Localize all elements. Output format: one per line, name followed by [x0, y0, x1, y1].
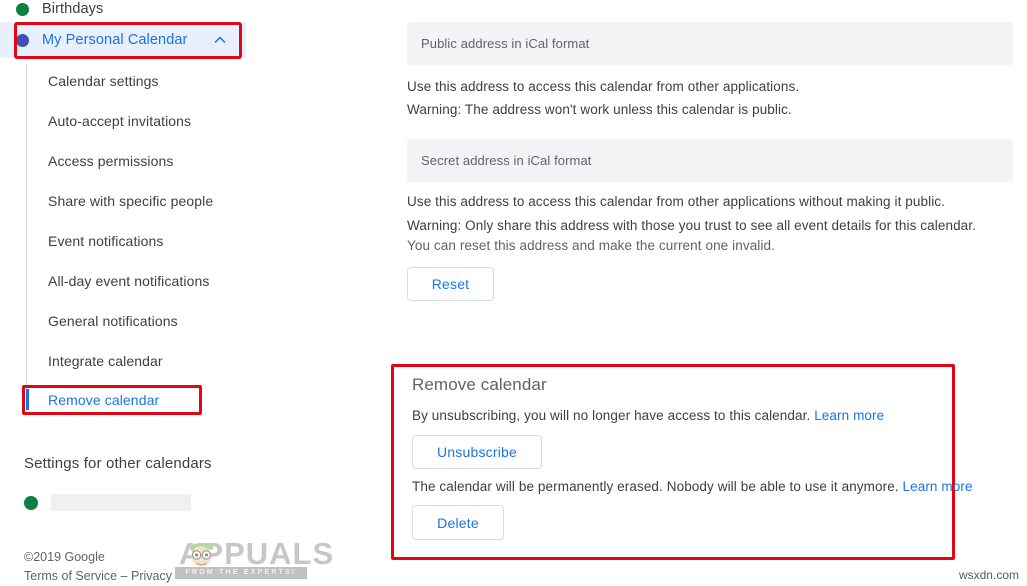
unsubscribe-description: By unsubscribing, you will no longer hav…: [412, 408, 884, 423]
sidebar-calendar-my-personal-calendar[interactable]: My Personal Calendar: [0, 22, 246, 58]
calendar-color-dot: [16, 2, 29, 16]
corner-watermark: wsxdn.com: [958, 568, 1019, 582]
sidebar-sub-rail: [26, 64, 27, 394]
unsubscribe-button[interactable]: Unsubscribe: [412, 435, 542, 469]
sidebar-item-general-notifications[interactable]: General notifications: [48, 313, 178, 329]
active-item-indicator: [26, 389, 29, 410]
remove-calendar-heading: Remove calendar: [412, 375, 547, 394]
secret-ical-address-field[interactable]: Secret address in iCal format: [407, 139, 1013, 182]
terms-of-service-link[interactable]: Terms of Service: [24, 569, 117, 583]
google-calendar-settings-page: Birthdays My Personal Calendar Calendar …: [0, 0, 1027, 586]
sidebar-item-auto-accept-invitations[interactable]: Auto-accept invitations: [48, 113, 191, 129]
unsubscribe-learn-more-link[interactable]: Learn more: [814, 408, 884, 423]
appuals-watermark: APPUALS FROM THE EXPERTS!: [163, 534, 333, 580]
delete-description-text: The calendar will be permanently erased.…: [412, 479, 899, 494]
other-calendars-heading: Settings for other calendars: [24, 455, 212, 472]
delete-learn-more-link[interactable]: Learn more: [903, 479, 973, 494]
delete-button[interactable]: Delete: [412, 505, 504, 540]
public-ical-address-field[interactable]: Public address in iCal format: [407, 22, 1013, 65]
secret-address-reset-note: You can reset this address and make the …: [407, 238, 775, 253]
sidebar-item-event-notifications[interactable]: Event notifications: [48, 233, 164, 249]
reset-button[interactable]: Reset: [407, 267, 494, 301]
sidebar-calendar-label: Birthdays: [42, 1, 104, 17]
delete-description: The calendar will be permanently erased.…: [412, 479, 973, 494]
calendar-settings-main-panel: Public address in iCal format Use this a…: [391, 0, 1027, 586]
secret-ical-address-value: Secret address in iCal format: [421, 153, 592, 168]
public-ical-address-value: Public address in iCal format: [421, 36, 590, 51]
sidebar-item-calendar-settings[interactable]: Calendar settings: [48, 73, 159, 89]
other-calendar-item[interactable]: [24, 494, 191, 511]
copyright-text: ©2019 Google: [24, 550, 105, 564]
sidebar-calendar-label: My Personal Calendar: [42, 32, 188, 48]
calendar-color-dot: [16, 33, 29, 47]
chevron-up-icon[interactable]: [212, 32, 228, 48]
redacted-calendar-name: [51, 494, 191, 511]
remove-calendar-section: Remove calendar By unsubscribing, you wi…: [391, 364, 972, 560]
public-address-help-text: Use this address to access this calendar…: [407, 79, 800, 94]
watermark-mascot-icon: [189, 542, 214, 567]
public-address-warning-text: Warning: The address won't work unless t…: [407, 102, 792, 117]
footer-links: Terms of Service – Privacy: [24, 567, 172, 586]
calendar-color-dot: [24, 495, 38, 510]
sidebar-footer: ©2019 Google Terms of Service – Privacy: [24, 548, 172, 586]
sidebar-item-remove-calendar[interactable]: Remove calendar: [48, 392, 159, 408]
unsubscribe-description-text: By unsubscribing, you will no longer hav…: [412, 408, 811, 423]
footer-separator: –: [120, 569, 128, 583]
secret-address-warning-text: Warning: Only share this address with th…: [407, 218, 976, 233]
sidebar-item-share-with-specific-people[interactable]: Share with specific people: [48, 193, 213, 209]
watermark-tagline: FROM THE EXPERTS!: [175, 567, 307, 579]
secret-address-help-text: Use this address to access this calendar…: [407, 194, 946, 209]
sidebar-item-all-day-event-notifications[interactable]: All-day event notifications: [48, 273, 209, 289]
sidebar-item-access-permissions[interactable]: Access permissions: [48, 153, 174, 169]
sidebar-item-integrate-calendar[interactable]: Integrate calendar: [48, 353, 163, 369]
settings-sidebar: Birthdays My Personal Calendar Calendar …: [0, 0, 400, 586]
